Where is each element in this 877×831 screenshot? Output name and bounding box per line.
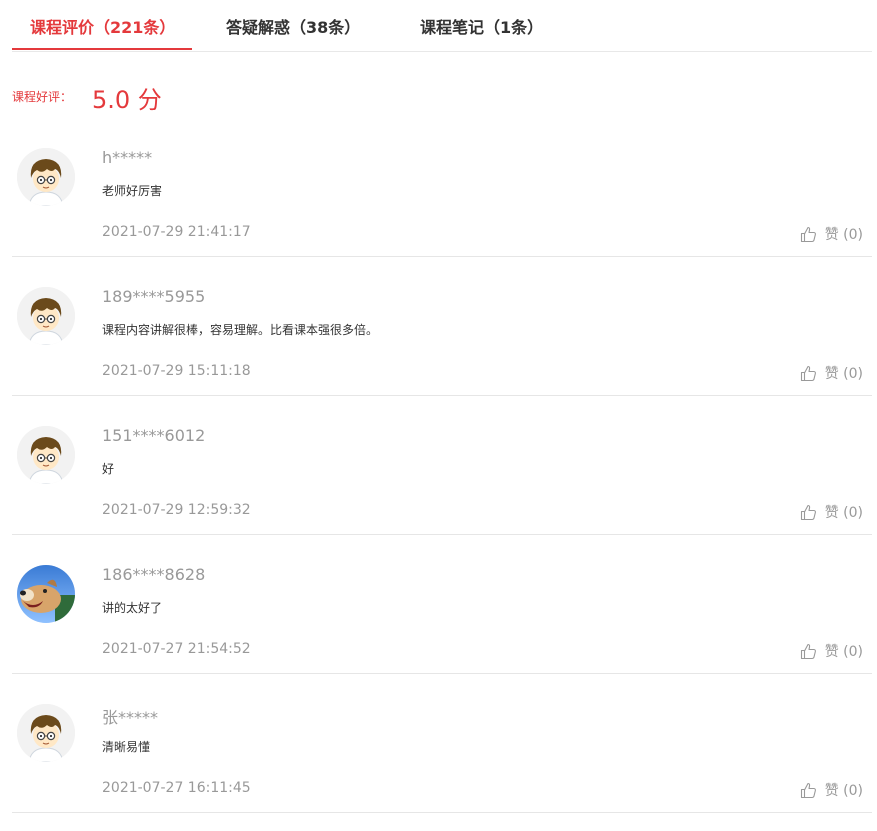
review-item: 189****5955 课程内容讲解很棒，容易理解。比看课本强很多倍。 2021… (12, 257, 872, 396)
like-button[interactable]: 赞 (0) (800, 363, 863, 383)
like-count: (0) (843, 366, 863, 382)
like-button[interactable]: 赞 (0) (800, 780, 863, 800)
like-label: 赞 (824, 505, 839, 521)
review-timestamp: 2021-07-29 12:59:32 (102, 502, 251, 518)
like-label: 赞 (824, 644, 839, 660)
review-comment: 老师好厉害 (102, 184, 163, 198)
review-item: 张***** 清晰易懂 2021-07-27 16:11:45 赞 (0) (12, 674, 872, 813)
active-tab-indicator (12, 48, 192, 50)
like-count: (0) (843, 783, 863, 799)
review-username: 189****5955 (102, 287, 206, 306)
like-label: 赞 (824, 783, 839, 799)
review-tabs: 课程评价（221条） 答疑解惑（38条） 课程笔记（1条） (12, 0, 872, 52)
tab-qa[interactable]: 答疑解惑（38条） (226, 0, 360, 50)
rating-score: 5.0 分 (92, 86, 162, 114)
like-button[interactable]: 赞 (0) (800, 502, 863, 522)
rating-label: 课程好评： (12, 90, 73, 104)
review-timestamp: 2021-07-29 21:41:17 (102, 224, 251, 240)
review-item: 186****8628 讲的太好了 2021-07-27 21:54:52 赞 … (12, 535, 872, 674)
thumbs-up-icon (801, 782, 817, 799)
user-avatar[interactable] (17, 565, 75, 623)
review-timestamp: 2021-07-27 16:11:45 (102, 780, 251, 796)
user-avatar[interactable] (17, 704, 75, 762)
review-timestamp: 2021-07-27 21:54:52 (102, 641, 251, 657)
review-comment: 讲的太好了 (102, 601, 163, 615)
tab-course-reviews[interactable]: 课程评价（221条） (30, 0, 175, 50)
review-comment: 课程内容讲解很棒，容易理解。比看课本强很多倍。 (102, 323, 379, 337)
user-avatar[interactable] (17, 287, 75, 345)
review-username: 张***** (102, 708, 159, 727)
review-comment: 清晰易懂 (102, 740, 151, 754)
like-button[interactable]: 赞 (0) (800, 224, 863, 244)
like-count: (0) (843, 227, 863, 243)
review-item: h***** 老师好厉害 2021-07-29 21:41:17 赞 (0) (12, 118, 872, 257)
like-count: (0) (843, 644, 863, 660)
like-count: (0) (843, 505, 863, 521)
review-username: 151****6012 (102, 426, 206, 445)
tab-notes[interactable]: 课程笔记（1条） (420, 0, 543, 50)
like-label: 赞 (824, 366, 839, 382)
user-avatar[interactable] (17, 148, 75, 206)
review-comment: 好 (102, 462, 115, 476)
review-username: 186****8628 (102, 565, 206, 584)
review-list: h***** 老师好厉害 2021-07-29 21:41:17 赞 (0) 1… (12, 118, 872, 813)
thumbs-up-icon (801, 365, 817, 382)
like-button[interactable]: 赞 (0) (800, 641, 863, 661)
thumbs-up-icon (801, 504, 817, 521)
review-timestamp: 2021-07-29 15:11:18 (102, 363, 251, 379)
review-item: 151****6012 好 2021-07-29 12:59:32 赞 (0) (12, 396, 872, 535)
review-username: h***** (102, 148, 153, 167)
user-avatar[interactable] (17, 426, 75, 484)
like-label: 赞 (824, 227, 839, 243)
thumbs-up-icon (801, 226, 817, 243)
thumbs-up-icon (801, 643, 817, 660)
